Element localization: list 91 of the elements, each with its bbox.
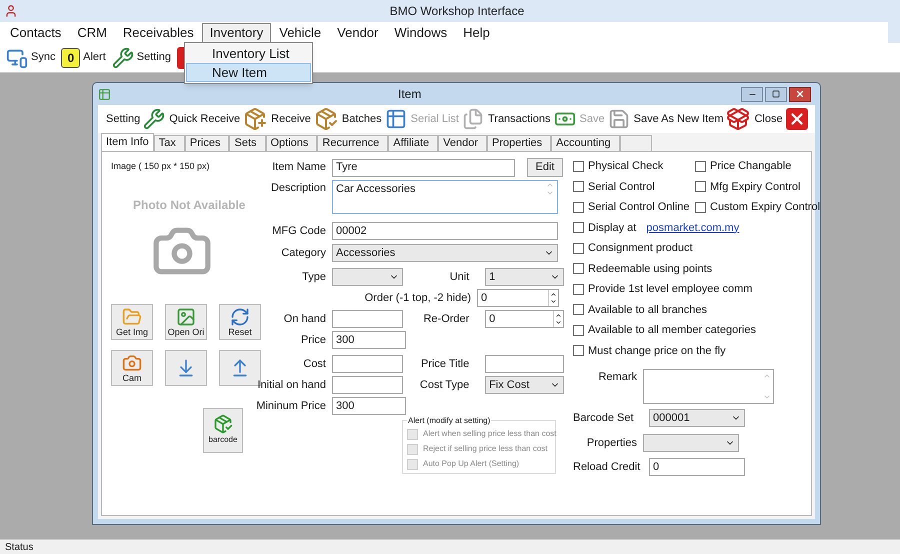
field-label: Category xyxy=(280,246,326,261)
menu-item[interactable]: New Item xyxy=(186,63,311,82)
field-label: Remark xyxy=(597,370,637,385)
field-label: Price xyxy=(300,332,326,348)
toolbar-button[interactable]: Quick Receive xyxy=(169,107,268,131)
checkbox-label: Provide 1st level employee comm xyxy=(588,282,752,297)
toolbar-button[interactable]: Receive xyxy=(271,107,338,131)
checkbox-label: Consignment product xyxy=(588,241,693,256)
checkbox-label: Must change price on the fly xyxy=(588,344,726,358)
menu-item[interactable]: Windows xyxy=(386,22,456,42)
tab[interactable]: Recurrence xyxy=(317,135,388,151)
field-label: Reload Credit xyxy=(573,460,642,475)
image-button[interactable]: Reset xyxy=(219,304,261,340)
status-text: Status xyxy=(5,541,34,554)
number-field[interactable]: 0 xyxy=(485,310,564,328)
field-label: Properties xyxy=(586,436,637,451)
checkbox-label: Redeemable using points xyxy=(588,262,712,276)
image-size-label: Image ( 150 px * 150 px) xyxy=(111,160,211,173)
menu-item[interactable]: Help xyxy=(455,22,498,42)
tab[interactable]: Tax xyxy=(154,135,185,151)
checkbox-label: Physical Check xyxy=(588,159,664,174)
checkbox-label: Reject if selling price less than cost xyxy=(423,443,548,455)
field-label: Price Title xyxy=(420,356,470,372)
image-button[interactable]: Open Ori xyxy=(165,304,207,340)
menu-item[interactable]: CRM xyxy=(69,22,115,42)
number-field[interactable]: 0 xyxy=(477,289,559,307)
image-button[interactable]: Cam xyxy=(111,350,153,386)
checkbox-label: Available to all branches xyxy=(588,302,708,318)
text-field[interactable]: 300 xyxy=(332,331,406,349)
dropdown-field[interactable]: Accessories xyxy=(332,244,558,262)
setting-button[interactable]: Setting xyxy=(112,46,176,68)
field-label: On hand xyxy=(282,312,326,327)
checkbox-label: Mfg Expiry Control xyxy=(710,180,800,194)
tab[interactable]: Prices xyxy=(184,135,230,151)
tab[interactable]: Sets xyxy=(229,135,266,151)
menu-item[interactable]: Receivables xyxy=(114,22,202,42)
window-title: Item xyxy=(398,86,422,103)
tab[interactable]: Vendor xyxy=(438,135,488,151)
image-button[interactable]: Get Img xyxy=(111,304,153,340)
edit-button[interactable]: Edit xyxy=(527,158,563,177)
checkbox-label: Available to all member categories xyxy=(588,323,756,338)
tab[interactable]: Item Info xyxy=(101,133,154,151)
checkbox-label: Serial Control xyxy=(588,180,655,194)
tab[interactable]: Properties xyxy=(487,135,552,151)
dropdown-field[interactable]: 1 xyxy=(485,268,564,286)
checkbox-label: Alert when selling price less than cost xyxy=(423,428,556,440)
text-field[interactable]: 0 xyxy=(649,458,745,476)
menu-item[interactable]: Inventory List xyxy=(186,44,311,63)
checkbox-label: Price Changable xyxy=(710,159,792,174)
text-field[interactable]: 00002 xyxy=(332,222,558,240)
field-label: MFG Code xyxy=(271,224,326,239)
save-barcode-button[interactable]: barcode xyxy=(203,408,243,452)
text-field[interactable]: Tyre xyxy=(332,158,515,176)
toolbar-button[interactable]: Setting xyxy=(106,108,166,130)
menu-item[interactable]: Inventory xyxy=(202,22,272,42)
field-label: Item Name xyxy=(271,160,326,176)
tab[interactable]: Options xyxy=(266,135,318,151)
description-field[interactable]: Car Accessories xyxy=(332,180,558,214)
field-label: Order (-1 top, -2 hide) xyxy=(364,290,471,306)
checkbox-label: Auto Pop Up Alert (Setting) xyxy=(423,458,520,470)
dropdown-field[interactable]: 000001 xyxy=(649,409,745,427)
website-link[interactable]: posmarket.com.my xyxy=(646,220,740,236)
field-label: Cost Type xyxy=(418,378,470,393)
menu-item[interactable]: Vehicle xyxy=(271,22,330,42)
toolbar-button[interactable]: Save As New Item xyxy=(634,107,750,131)
toolbar-button[interactable]: Transactions xyxy=(488,108,576,130)
checkbox-label: Custom Expiry Control xyxy=(710,200,820,215)
window-title: BMO Workshop Interface xyxy=(388,3,526,20)
alert-button[interactable]: 0 Alert xyxy=(61,48,110,68)
photo-placeholder-text: Photo Not Available xyxy=(133,196,246,214)
dropdown-field[interactable]: Fix Cost xyxy=(485,376,564,394)
tab[interactable]: Affiliate xyxy=(388,135,438,151)
field-label: Type xyxy=(301,270,326,285)
field-label: Description xyxy=(270,181,326,196)
alert-badge: 0 xyxy=(61,48,80,68)
tab[interactable]: Accounting xyxy=(551,135,620,151)
field-label: Mininum Price xyxy=(255,398,326,414)
field-label: Initial on hand xyxy=(256,378,326,393)
group-title: Alert (modify at setting) xyxy=(407,415,492,427)
checkbox-label: Display at xyxy=(588,220,636,236)
toolbar-button[interactable]: Close xyxy=(754,108,808,130)
toolbar-button[interactable]: Batches xyxy=(342,108,407,130)
menu-item[interactable]: Contacts xyxy=(2,22,70,42)
checkbox-label: Serial Control Online xyxy=(588,200,690,215)
sync-button[interactable]: Sync xyxy=(6,46,60,68)
field-label: Unit xyxy=(448,270,470,285)
menu-item[interactable]: Vendor xyxy=(329,22,386,42)
field-label: Re-Order xyxy=(422,312,470,327)
field-label: Cost xyxy=(302,356,326,372)
field-label: Barcode Set xyxy=(573,410,635,426)
text-field[interactable]: 300 xyxy=(332,397,406,415)
